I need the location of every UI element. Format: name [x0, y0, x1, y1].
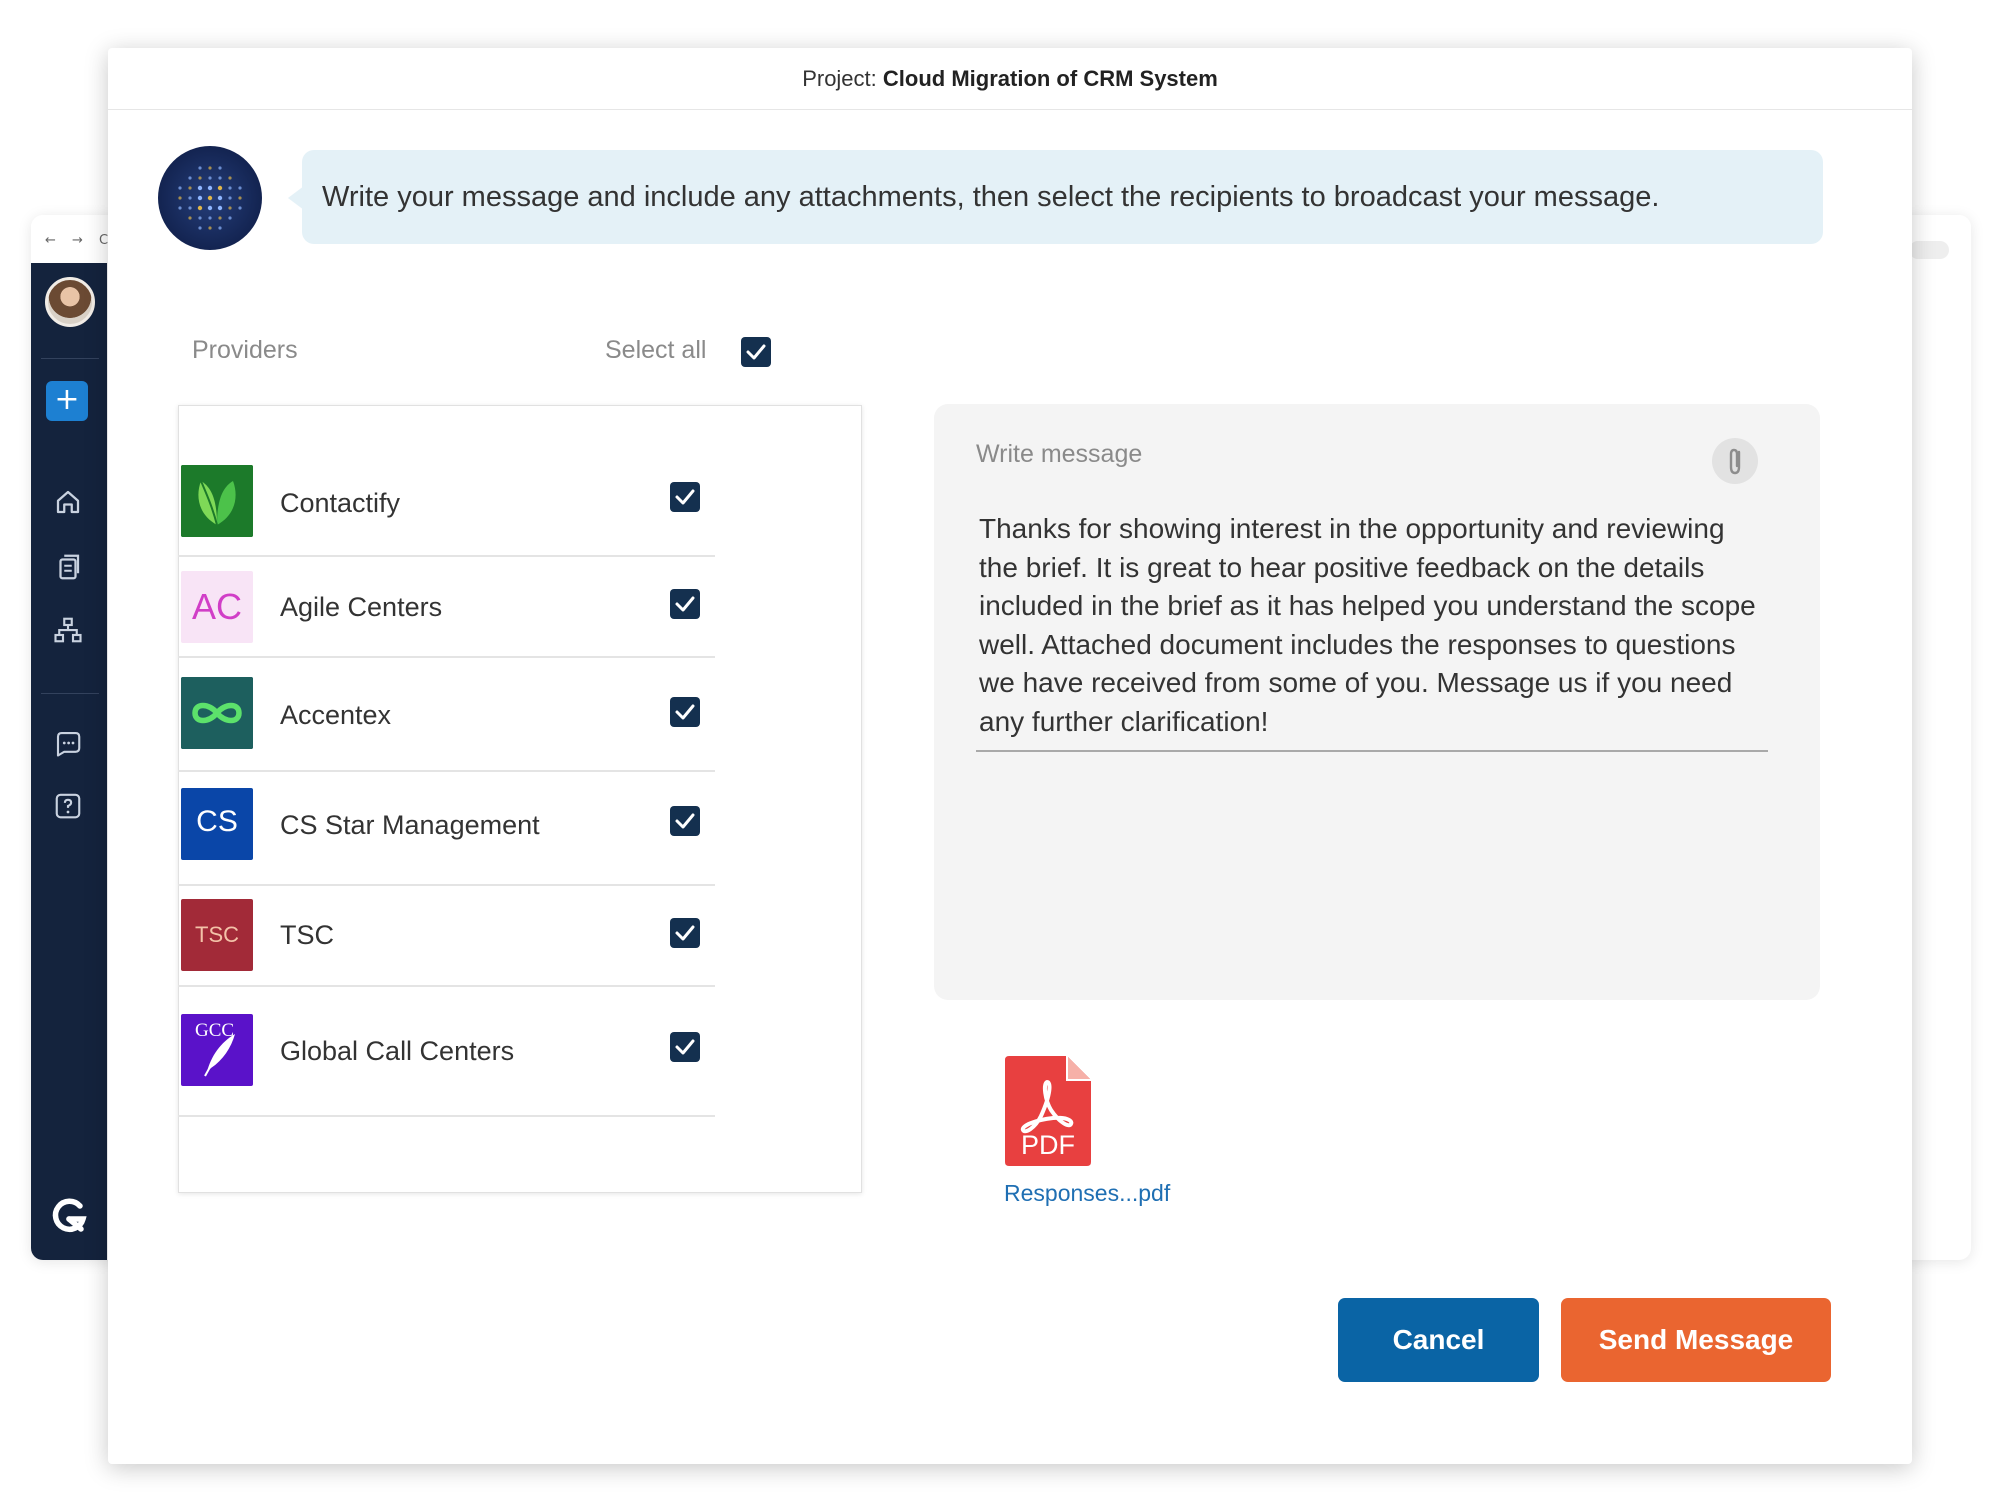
- provider-checkbox[interactable]: [670, 918, 700, 948]
- write-message-label: Write message: [976, 440, 1143, 468]
- modal-header: Project: Cloud Migration of CRM System: [108, 48, 1912, 110]
- sidebar-divider: [41, 358, 99, 359]
- add-button[interactable]: +: [46, 381, 88, 421]
- chat-icon[interactable]: [53, 728, 83, 758]
- attach-button[interactable]: [1712, 438, 1758, 484]
- cancel-button[interactable]: Cancel: [1338, 1298, 1539, 1382]
- feather-icon: [204, 1034, 235, 1077]
- leaf-icon: [181, 465, 253, 537]
- provider-checkbox[interactable]: [670, 697, 700, 727]
- documents-icon[interactable]: [53, 552, 83, 582]
- agile-centers-logo: AC: [181, 571, 253, 643]
- logo-text: CS: [196, 805, 238, 838]
- pdf-badge: PDF: [1021, 1130, 1075, 1160]
- provider-checkbox[interactable]: [670, 589, 700, 619]
- provider-name: Agile Centers: [280, 592, 443, 622]
- attachment-filename-link[interactable]: Responses...pdf: [1004, 1180, 1170, 1207]
- global-call-centers-logo: GCC: [181, 1014, 253, 1086]
- checkmark-icon: [746, 344, 766, 360]
- browser-pill: [1909, 241, 1949, 259]
- checkmark-icon: [675, 489, 695, 505]
- provider-checkbox[interactable]: [670, 1032, 700, 1062]
- provider-row[interactable]: TSC TSC: [178, 886, 715, 987]
- app-sidebar: +: [31, 263, 107, 1260]
- paperclip-icon: [1729, 448, 1741, 475]
- browser-nav-buttons[interactable]: ← → C: [45, 233, 114, 248]
- broadcast-message-modal: Project: Cloud Migration of CRM System W…: [108, 48, 1912, 1464]
- tsc-logo: TSC: [181, 899, 253, 971]
- checkmark-icon: [675, 925, 695, 941]
- project-name: Cloud Migration of CRM System: [882, 66, 1218, 91]
- provider-name: TSC: [280, 920, 334, 950]
- message-underline: [976, 750, 1768, 752]
- sidebar-divider: [41, 693, 99, 694]
- provider-row[interactable]: Contactify: [178, 456, 715, 557]
- select-all-label: Select all: [605, 336, 707, 364]
- checkmark-icon: [675, 1039, 695, 1055]
- infinity-icon: [181, 677, 253, 749]
- provider-name: Global Call Centers: [280, 1036, 515, 1066]
- project-prefix: Project:: [802, 66, 877, 91]
- cs-star-logo: CS: [181, 788, 253, 860]
- pdf-file-icon[interactable]: PDF: [1001, 1054, 1093, 1168]
- org-chart-icon[interactable]: [53, 615, 83, 645]
- logo-text: TSC: [195, 922, 239, 947]
- home-icon[interactable]: [53, 487, 83, 517]
- provider-name: Contactify: [280, 488, 401, 518]
- provider-row[interactable]: Accentex: [178, 658, 715, 772]
- checkmark-icon: [675, 704, 695, 720]
- accentex-logo: [181, 677, 253, 749]
- select-all-checkbox[interactable]: [741, 337, 771, 367]
- help-icon[interactable]: [53, 791, 83, 821]
- logo-text: AC: [191, 586, 242, 627]
- checkmark-icon: [675, 596, 695, 612]
- provider-row[interactable]: GCC Global Call Centers: [178, 987, 715, 1117]
- provider-name: Accentex: [280, 700, 392, 730]
- message-editor[interactable]: Write message Thanks for showing interes…: [934, 404, 1820, 1000]
- message-body[interactable]: Thanks for showing interest in the oppor…: [979, 510, 1759, 741]
- provider-row[interactable]: CS CS Star Management: [178, 772, 715, 886]
- provider-checkbox[interactable]: [670, 482, 700, 512]
- provider-name: CS Star Management: [280, 810, 540, 840]
- assistant-avatar-icon: [158, 146, 262, 250]
- contactify-logo: [181, 465, 253, 537]
- provider-row[interactable]: AC Agile Centers: [178, 557, 715, 658]
- brand-logo-icon: [52, 1198, 87, 1233]
- provider-checkbox[interactable]: [670, 806, 700, 836]
- checkmark-icon: [675, 813, 695, 829]
- send-message-button[interactable]: Send Message: [1561, 1298, 1831, 1382]
- instruction-bubble: Write your message and include any attac…: [302, 150, 1823, 244]
- user-avatar[interactable]: [45, 277, 95, 327]
- providers-label: Providers: [192, 336, 298, 364]
